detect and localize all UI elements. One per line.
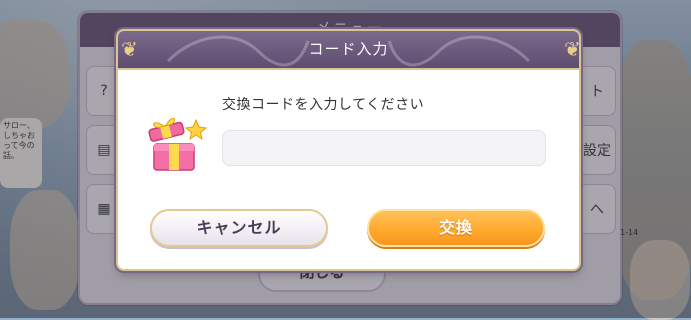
prompt-text: 交換コードを入力してください: [222, 97, 425, 113]
dialog-header: ❦ ❦ コード入力: [118, 31, 579, 70]
dialog-title: コード入力: [308, 40, 389, 58]
code-input-dialog: ❦ ❦ コード入力 交換コードを入力してください キャンセル 交換: [118, 31, 579, 269]
cancel-button[interactable]: キャンセル: [150, 209, 328, 247]
exchange-button[interactable]: 交換: [367, 209, 545, 247]
gift-box-icon: [148, 117, 208, 171]
code-input[interactable]: [222, 130, 546, 166]
